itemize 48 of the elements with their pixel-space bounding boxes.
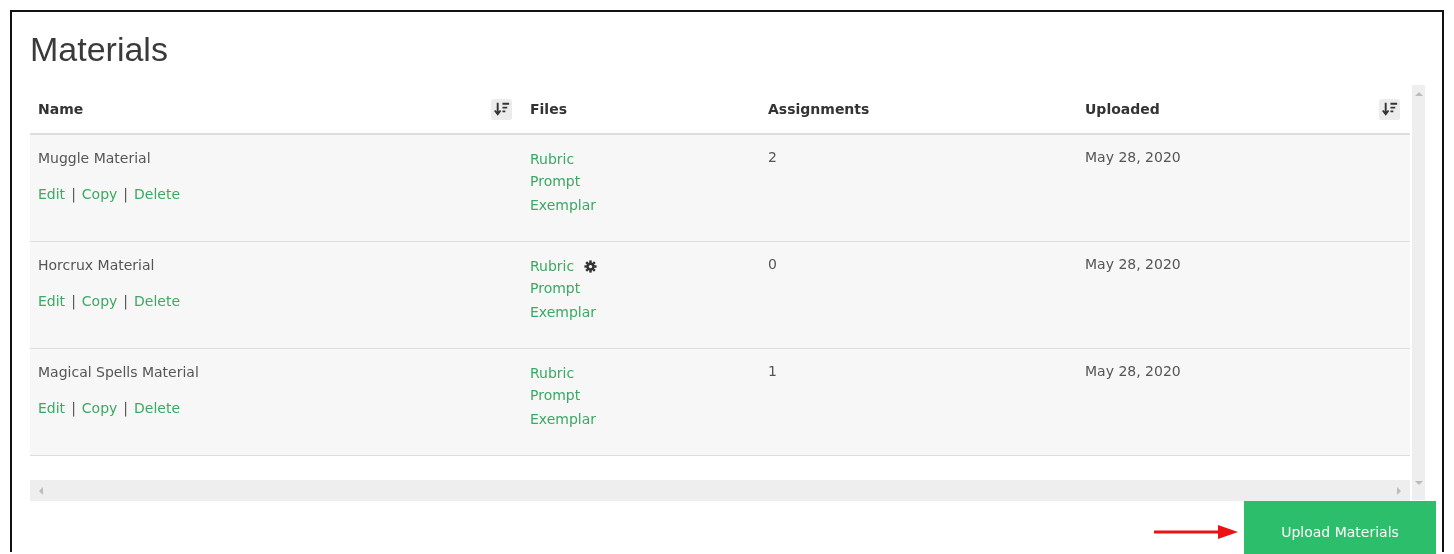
link-separator: | — [123, 293, 129, 309]
vertical-scrollbar[interactable] — [1412, 85, 1425, 500]
scroll-down-icon[interactable] — [1414, 480, 1423, 486]
link-separator: | — [71, 293, 76, 309]
scroll-right-icon[interactable] — [1396, 486, 1402, 495]
table-cell: 2 — [768, 149, 777, 165]
link-separator: | — [123, 186, 129, 202]
table-cell: May 28, 2020 — [1085, 149, 1181, 165]
file-link[interactable]: Exemplar — [530, 193, 597, 217]
action-link[interactable]: Edit — [38, 293, 66, 309]
action-link[interactable]: Delete — [134, 293, 181, 309]
file-link[interactable]: Rubric — [530, 149, 575, 169]
material-name: Muggle Material — [38, 149, 152, 167]
column-header: Uploaded — [1085, 101, 1160, 117]
scroll-up-icon[interactable] — [1414, 91, 1423, 97]
action-link[interactable]: Edit — [38, 400, 66, 416]
action-link[interactable]: Copy — [81, 400, 118, 416]
file-link[interactable]: Rubric — [530, 256, 575, 276]
column-header: Files — [530, 101, 567, 117]
table-cell: 0 — [768, 256, 777, 272]
sort-icon[interactable] — [1379, 98, 1400, 120]
horizontal-scrollbar[interactable] — [30, 480, 1410, 501]
scroll-left-icon[interactable] — [38, 486, 44, 495]
file-link[interactable]: Rubric — [530, 363, 575, 383]
link-separator: | — [123, 400, 129, 416]
file-link[interactable]: Prompt — [530, 169, 581, 193]
material-name: Horcrux Material — [38, 256, 156, 274]
link-separator: | — [71, 400, 76, 416]
upload-materials-button[interactable]: Upload Materials — [1244, 501, 1436, 554]
action-link[interactable]: Delete — [134, 400, 181, 416]
table-cell: May 28, 2020 — [1085, 256, 1181, 272]
action-link[interactable]: Copy — [81, 293, 118, 309]
file-link[interactable]: Prompt — [530, 276, 581, 300]
action-link[interactable]: Copy — [81, 186, 118, 202]
file-link[interactable]: Exemplar — [530, 407, 597, 431]
column-header: Assignments — [768, 101, 870, 117]
page-title: Materials — [30, 29, 169, 70]
link-separator: | — [71, 186, 76, 202]
table-cell: 1 — [768, 363, 777, 379]
settings-icon[interactable] — [584, 259, 598, 273]
column-header: Name — [38, 101, 84, 117]
material-name: Magical Spells Material — [38, 363, 200, 381]
action-link[interactable]: Delete — [134, 186, 181, 202]
table-cell: May 28, 2020 — [1085, 363, 1181, 379]
file-link[interactable]: Prompt — [530, 383, 581, 407]
action-link[interactable]: Edit — [38, 186, 66, 202]
file-link[interactable]: Exemplar — [530, 300, 597, 324]
sort-icon[interactable] — [491, 98, 512, 120]
